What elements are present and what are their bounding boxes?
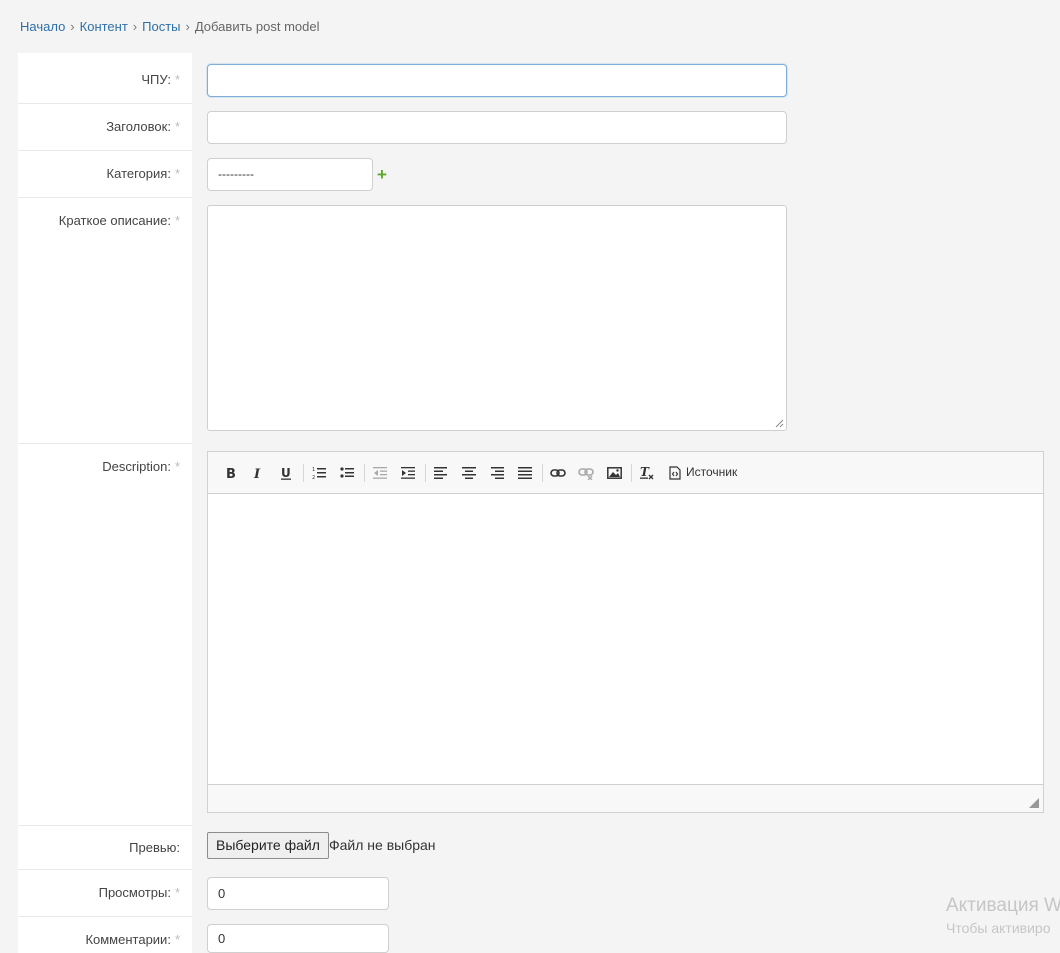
numbered-list-icon[interactable]: 12 [310, 464, 328, 482]
required-mark: * [174, 459, 180, 474]
resize-handle-icon[interactable] [775, 419, 784, 428]
category-select[interactable]: --------- [207, 158, 373, 191]
preview-label: Превью: [129, 840, 180, 855]
category-selected-value: --------- [218, 167, 254, 181]
svg-text:I: I [253, 467, 261, 480]
editor-toolbar: B I U 12 T Источник [208, 452, 1043, 494]
editor-content-area[interactable] [208, 494, 1043, 785]
align-justify-icon[interactable] [516, 464, 534, 482]
breadcrumb-separator: › [185, 19, 190, 34]
toolbar-separator [364, 464, 365, 482]
title-input[interactable] [207, 111, 787, 144]
choose-file-button[interactable]: Выберите файл [207, 832, 329, 859]
slug-input[interactable] [207, 64, 787, 97]
indent-icon[interactable] [399, 464, 417, 482]
outdent-icon[interactable] [371, 464, 389, 482]
breadcrumb-current: Добавить post model [194, 19, 320, 34]
required-mark: * [174, 166, 180, 181]
row-divider [18, 916, 192, 917]
required-mark: * [174, 213, 180, 228]
required-mark: * [174, 72, 180, 87]
description-label: Description: * [102, 459, 180, 474]
rich-text-editor: B I U 12 T Источник [207, 451, 1044, 813]
link-icon[interactable] [549, 464, 567, 482]
add-category-icon[interactable]: + [377, 166, 387, 183]
bulleted-list-icon[interactable] [338, 464, 356, 482]
views-input[interactable] [207, 877, 389, 910]
remove-format-icon[interactable]: T [638, 464, 656, 482]
row-divider [18, 103, 192, 104]
views-label: Просмотры: * [98, 885, 180, 900]
required-mark: * [174, 885, 180, 900]
short-description-label: Краткое описание: * [58, 213, 180, 228]
align-left-icon[interactable] [432, 464, 450, 482]
breadcrumb-home-link[interactable]: Начало [20, 19, 65, 34]
bold-icon[interactable]: B [221, 464, 239, 482]
breadcrumb-posts-link[interactable]: Посты [142, 19, 180, 34]
editor-footer [208, 784, 1043, 812]
row-divider [18, 443, 192, 444]
align-right-icon[interactable] [488, 464, 506, 482]
unlink-icon[interactable] [577, 464, 595, 482]
toolbar-separator [303, 464, 304, 482]
underline-icon[interactable]: U [277, 464, 295, 482]
toolbar-separator [425, 464, 426, 482]
category-label: Категория: * [106, 166, 180, 181]
image-icon[interactable] [605, 464, 623, 482]
svg-text:B: B [226, 467, 236, 480]
comments-input[interactable] [207, 924, 389, 953]
source-icon[interactable] [666, 464, 684, 482]
activation-watermark-text: Чтобы активиро [946, 920, 1051, 936]
required-mark: * [174, 119, 180, 134]
editor-resize-icon[interactable] [1029, 798, 1039, 808]
labels-column [18, 53, 192, 953]
svg-text:U: U [281, 466, 291, 480]
row-divider [18, 150, 192, 151]
row-divider [18, 197, 192, 198]
toolbar-separator [542, 464, 543, 482]
breadcrumb-separator: › [132, 19, 138, 34]
breadcrumb-content-link[interactable]: Контент [80, 19, 128, 34]
source-button-label[interactable]: Источник [686, 465, 737, 479]
short-description-textarea[interactable] [207, 205, 787, 431]
file-status-text: Файл не выбран [329, 837, 436, 853]
svg-text:1: 1 [312, 467, 315, 473]
breadcrumb: Начало › Контент › Посты › Добавить post model [20, 19, 320, 34]
svg-text:T: T [640, 465, 650, 479]
breadcrumb-separator: › [70, 19, 75, 34]
row-divider [18, 825, 192, 826]
row-divider [18, 869, 192, 870]
align-center-icon[interactable] [460, 464, 478, 482]
comments-label: Комментарии: * [85, 932, 180, 947]
svg-text:2: 2 [312, 475, 315, 480]
toolbar-separator [631, 464, 632, 482]
italic-icon[interactable]: I [248, 464, 266, 482]
activation-watermark-title: Активация W [946, 895, 1060, 916]
title-label: Заголовок: * [106, 119, 180, 134]
slug-label: ЧПУ: * [141, 72, 180, 87]
required-mark: * [174, 932, 180, 947]
